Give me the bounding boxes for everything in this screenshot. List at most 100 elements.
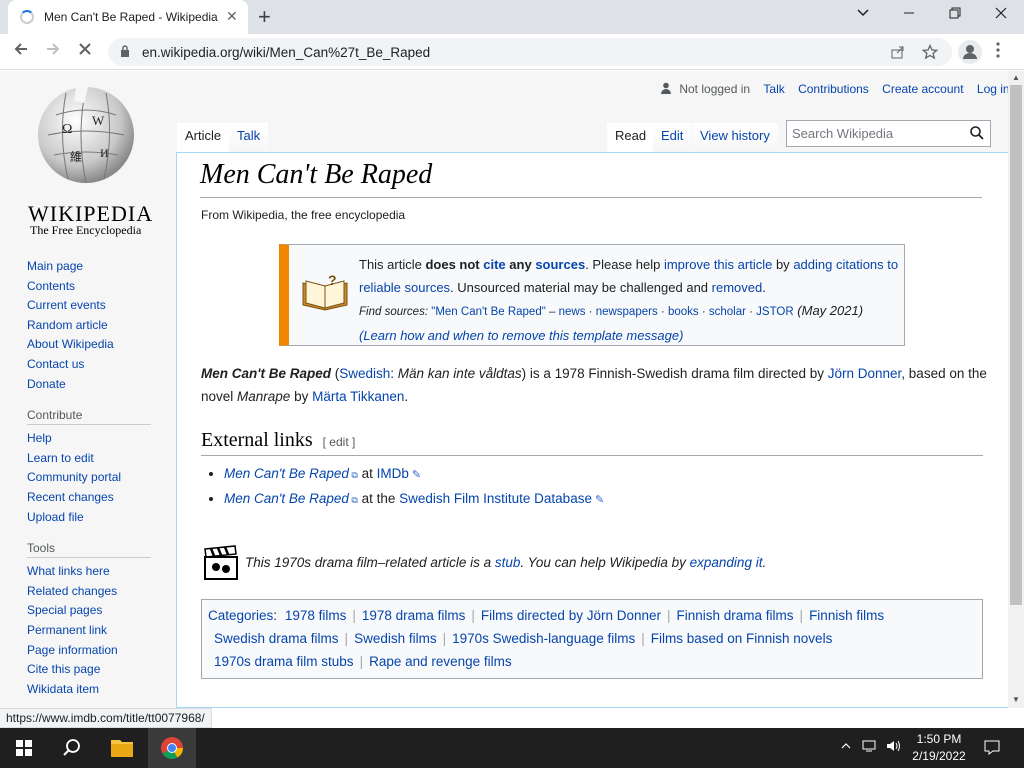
stop-loading-icon[interactable] — [76, 40, 94, 63]
tray-chevron-icon[interactable] — [840, 739, 852, 755]
sidebar-item-upload-file[interactable]: Upload file — [27, 508, 167, 528]
tab-article[interactable]: Article — [177, 123, 230, 153]
sidebar-item-learn-to-edit[interactable]: Learn to edit — [27, 449, 167, 469]
tab-search-chevron-icon[interactable] — [856, 6, 870, 24]
restore-icon[interactable] — [948, 6, 962, 24]
sidebar-item-current-events[interactable]: Current events — [27, 296, 167, 316]
forward-arrow-icon[interactable] — [44, 40, 62, 63]
sidebar-item-main-page[interactable]: Main page — [27, 257, 167, 277]
learn-remove-template-link[interactable]: (Learn how and when to remove this templ… — [359, 328, 683, 343]
section-divider — [201, 455, 983, 456]
tab-close-icon[interactable]: ✕ — [226, 8, 238, 25]
scroll-down-icon[interactable]: ▼ — [1012, 695, 1020, 704]
search-taskbar-icon[interactable] — [48, 728, 96, 768]
sidebar-item-special-pages[interactable]: Special pages — [27, 601, 167, 621]
news-link[interactable]: news — [559, 306, 586, 318]
vertical-scrollbar[interactable]: ▲ ▼ — [1008, 71, 1024, 708]
expanding-it-link[interactable]: expanding it — [690, 555, 763, 570]
category-link[interactable]: Rape and revenge films — [369, 654, 512, 669]
minimize-icon[interactable] — [902, 6, 916, 24]
category-link[interactable]: Films based on Finnish novels — [651, 631, 833, 646]
chrome-menu-icon[interactable] — [996, 42, 1000, 63]
sidebar-item-contents[interactable]: Contents — [27, 277, 167, 297]
category-link[interactable]: Finnish drama films — [677, 608, 794, 623]
contributions-link[interactable]: Contributions — [798, 82, 869, 96]
tab-talk[interactable]: Talk — [229, 123, 269, 153]
lock-icon[interactable] — [120, 45, 130, 57]
search-input[interactable] — [787, 121, 957, 146]
find-sources-query-link[interactable]: "Men Can't Be Raped" — [431, 306, 546, 318]
notifications-icon[interactable] — [984, 739, 1000, 758]
sources-link[interactable]: sources — [535, 257, 585, 272]
tab-strip: Men Can't Be Raped - Wikipedia ✕ + — [0, 0, 1024, 34]
sidebar-item-random-article[interactable]: Random article — [27, 316, 167, 336]
sidebar-item-page-information[interactable]: Page information — [27, 641, 167, 661]
cite-link[interactable]: cite — [483, 257, 505, 272]
stub-link[interactable]: stub — [495, 555, 521, 570]
windows-start-icon[interactable] — [0, 728, 48, 768]
sidebar-item-what-links-here[interactable]: What links here — [27, 562, 167, 582]
sidebar-item-recent-changes[interactable]: Recent changes — [27, 488, 167, 508]
scroll-thumb[interactable] — [1010, 85, 1022, 605]
sidebar-item-help[interactable]: Help — [27, 429, 167, 449]
category-link[interactable]: 1970s drama film stubs — [214, 654, 354, 669]
external-title-link[interactable]: Men Can't Be Raped — [224, 466, 349, 481]
scroll-up-icon[interactable]: ▲ — [1012, 73, 1020, 82]
category-link[interactable]: Swedish drama films — [214, 631, 339, 646]
sidebar-item-wikidata-item[interactable]: Wikidata item — [27, 680, 167, 700]
sidebar-item-permanent-link[interactable]: Permanent link — [27, 621, 167, 641]
category-link[interactable]: 1978 drama films — [362, 608, 466, 623]
external-site-link[interactable]: Swedish Film Institute Database — [399, 491, 592, 506]
file-explorer-icon[interactable] — [98, 728, 146, 768]
system-clock[interactable]: 1:50 PM 2/19/2022 — [900, 731, 978, 765]
sidebar-item-cite-this-page[interactable]: Cite this page — [27, 660, 167, 680]
category-link[interactable]: 1978 films — [285, 608, 347, 623]
bookmark-star-icon[interactable] — [921, 43, 939, 65]
new-tab-button[interactable]: + — [258, 4, 271, 30]
search-box — [786, 120, 991, 147]
category-link[interactable]: Swedish films — [354, 631, 437, 646]
jstor-link[interactable]: JSTOR — [756, 306, 794, 318]
sidebar-tools: What links here Related changes Special pa… — [27, 562, 167, 699]
url-text[interactable]: en.wikipedia.org/wiki/Men_Can%27t_Be_Rap… — [142, 45, 430, 60]
books-link[interactable]: books — [668, 306, 699, 318]
edit-pencil-icon[interactable]: ✎ — [592, 494, 604, 506]
page-title: Men Can't Be Raped — [200, 159, 433, 190]
improve-article-link[interactable]: improve this article — [664, 257, 772, 272]
browser-tab[interactable]: Men Can't Be Raped - Wikipedia ✕ — [8, 0, 248, 34]
site-subtitle: From Wikipedia, the free encyclopedia — [201, 208, 406, 222]
section-edit-link[interactable]: [ edit ] — [323, 435, 356, 449]
profile-avatar-icon[interactable] — [958, 40, 982, 64]
external-site-link[interactable]: IMDb — [377, 466, 409, 481]
chrome-taskbar-icon[interactable] — [148, 728, 344, 768]
removed-link[interactable]: removed — [712, 280, 763, 295]
network-icon[interactable] — [862, 739, 878, 756]
sidebar-item-about-wikipedia[interactable]: About Wikipedia — [27, 335, 167, 355]
close-window-icon[interactable] — [994, 6, 1008, 24]
sidebar-item-donate[interactable]: Donate — [27, 375, 167, 395]
categories-label-link[interactable]: Categories — [208, 608, 273, 623]
director-link[interactable]: Jörn Donner — [828, 366, 902, 381]
edit-pencil-icon[interactable]: ✎ — [409, 469, 421, 481]
author-link[interactable]: Märta Tikkanen — [312, 389, 404, 404]
create-account-link[interactable]: Create account — [882, 82, 963, 96]
category-link[interactable]: Films directed by Jörn Donner — [481, 608, 661, 623]
user-talk-link[interactable]: Talk — [763, 82, 784, 96]
external-title-link[interactable]: Men Can't Be Raped — [224, 491, 349, 506]
scholar-link[interactable]: scholar — [709, 306, 746, 318]
back-arrow-icon[interactable] — [12, 40, 30, 63]
category-link[interactable]: 1970s Swedish-language films — [452, 631, 635, 646]
newspapers-link[interactable]: newspapers — [596, 306, 658, 318]
sidebar-item-community-portal[interactable]: Community portal — [27, 468, 167, 488]
tab-edit[interactable]: Edit — [653, 123, 692, 153]
search-icon[interactable] — [970, 126, 984, 140]
share-icon[interactable] — [890, 44, 906, 65]
category-link[interactable]: Finnish films — [809, 608, 884, 623]
tab-view-history[interactable]: View history — [692, 123, 778, 153]
sidebar-item-contact-us[interactable]: Contact us — [27, 355, 167, 375]
sidebar-item-related-changes[interactable]: Related changes — [27, 582, 167, 602]
swedish-link[interactable]: Swedish — [339, 366, 390, 381]
tab-read[interactable]: Read — [607, 123, 655, 153]
address-bar[interactable]: en.wikipedia.org/wiki/Men_Can%27t_Be_Rap… — [108, 38, 952, 66]
log-in-link[interactable]: Log in — [977, 82, 1008, 96]
